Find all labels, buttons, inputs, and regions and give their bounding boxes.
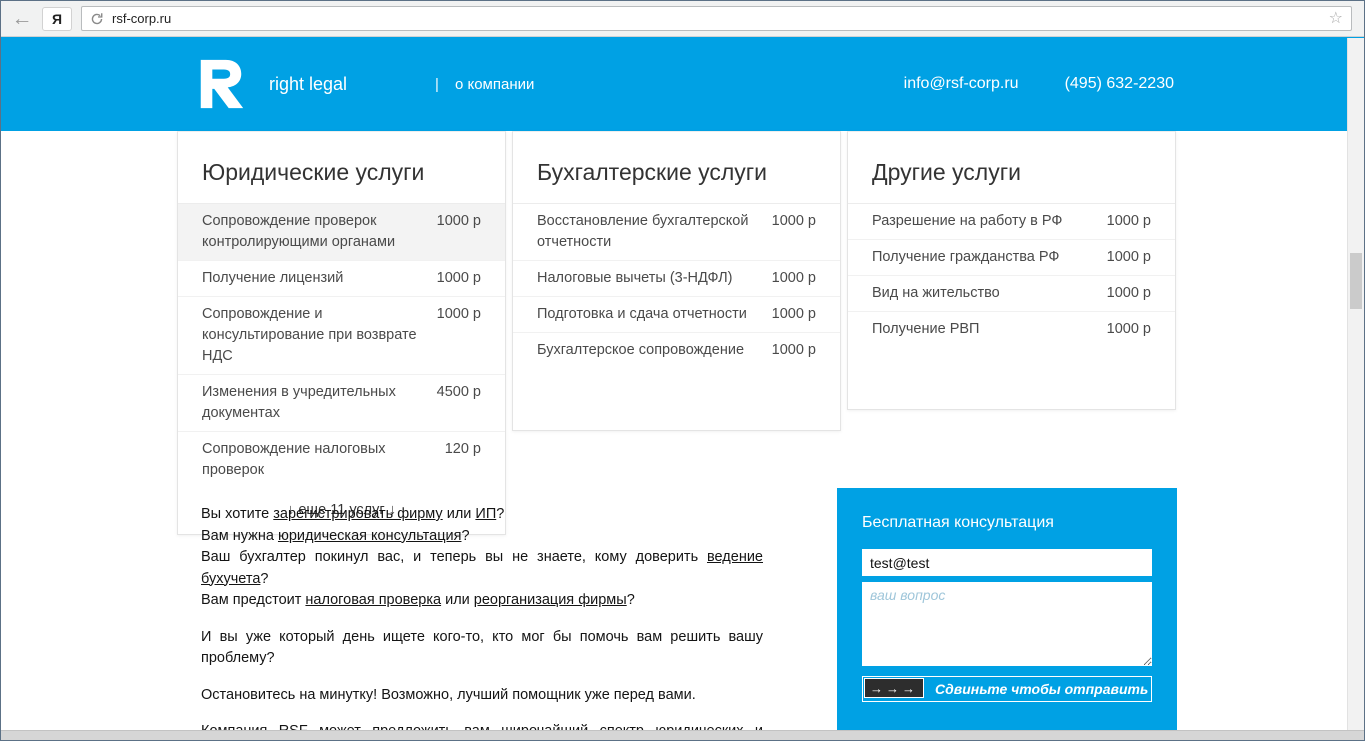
card-title: Другие услуги (872, 159, 1021, 185)
service-name: Подготовка и сдача отчетности (537, 306, 747, 322)
send-slider[interactable]: →→→ Сдвиньте чтобы отправить (862, 676, 1152, 702)
service-name: Налоговые вычеты (3-НДФЛ) (537, 270, 733, 286)
tax-audit-link[interactable]: налоговая проверка (305, 592, 441, 608)
service-name: Разрешение на работу в РФ (872, 213, 1063, 229)
email-field[interactable] (862, 549, 1152, 576)
nav-about-company[interactable]: о компании (455, 76, 534, 93)
intro-paragraph-5: И вы уже который день ищете кого-то, кто… (201, 628, 763, 667)
header-phone[interactable]: (495) 632-2230 (1065, 75, 1174, 93)
window-status-strip (1, 730, 1364, 740)
bookmark-star-icon[interactable]: ☆ (1329, 10, 1343, 27)
service-row[interactable]: Восстановление бухгалтерской отчетности … (513, 204, 840, 261)
service-name: Получение РВП (872, 321, 980, 337)
service-name: Получение гражданства РФ (872, 249, 1060, 265)
reload-icon[interactable] (90, 12, 104, 26)
service-cards: Юридические услуги Сопровождение проверо… (177, 131, 1176, 535)
yandex-browser-icon[interactable]: Я (42, 6, 72, 31)
intro-paragraph-6: Остановитесь на минутку! Возможно, лучши… (201, 686, 696, 703)
scrollbar-thumb[interactable] (1350, 253, 1362, 309)
service-price: 1000 р (771, 213, 816, 229)
service-price: 1000 р (436, 270, 481, 286)
back-icon[interactable]: ← (11, 8, 33, 29)
service-price: 1000 р (1106, 321, 1151, 337)
service-name: Сопровождение налоговых проверок (202, 441, 386, 478)
service-row[interactable]: Подготовка и сдача отчетности 1000 р (513, 297, 840, 333)
service-price: 1000 р (436, 306, 481, 322)
service-row[interactable]: Сопровождение налоговых проверок 120 р (178, 432, 505, 488)
service-price: 4500 р (436, 384, 481, 400)
service-name: Изменения в учредительных документах (202, 384, 396, 421)
card-accounting-services: Бухгалтерские услуги Восстановление бухг… (512, 131, 841, 431)
service-name: Сопровождение и консультирование при воз… (202, 306, 417, 364)
brand-name: right legal (269, 73, 348, 94)
service-price: 1000 р (771, 270, 816, 286)
service-row[interactable]: Получение РВП 1000 р (848, 312, 1175, 347)
card-title: Бухгалтерские услуги (537, 159, 768, 185)
service-name: Получение лицензий (202, 270, 344, 286)
service-row[interactable]: Бухгалтерское сопровождение 1000 р (513, 333, 840, 368)
consultation-title: Бесплатная консультация (862, 514, 1054, 531)
card-title: Юридические услуги (202, 159, 425, 185)
service-price: 1000 р (1106, 249, 1151, 265)
service-price: 1000 р (1106, 213, 1151, 229)
consultation-panel: Бесплатная консультация →→→ Сдвиньте что… (837, 488, 1177, 732)
service-price: 1000 р (771, 342, 816, 358)
question-field[interactable] (862, 582, 1152, 666)
service-row[interactable]: Налоговые вычеты (3-НДФЛ) 1000 р (513, 261, 840, 297)
intro-line-3: Ваш бухгалтер покинул вас, и теперь вы н… (201, 549, 763, 587)
site-header: right legal | о компании info@rsf-corp.r… (1, 37, 1364, 131)
service-row[interactable]: Вид на жительство 1000 р (848, 276, 1175, 312)
rsf-logo-icon[interactable] (193, 57, 249, 111)
service-row[interactable]: Разрешение на работу в РФ 1000 р (848, 204, 1175, 240)
url-text[interactable]: rsf-corp.ru (112, 11, 171, 26)
browser-toolbar: ← Я rsf-corp.ru ☆ (1, 1, 1364, 37)
service-price: 1000 р (771, 306, 816, 322)
service-price: 120 р (444, 441, 481, 457)
page-scrollbar[interactable] (1347, 38, 1364, 730)
ip-link[interactable]: ИП (475, 506, 496, 522)
browser-window: ← Я rsf-corp.ru ☆ right legal | о компан… (0, 0, 1365, 741)
legal-consultation-link[interactable]: юридическая консультация (278, 528, 462, 544)
service-name: Вид на жительство (872, 285, 1000, 301)
slider-label: Сдвиньте чтобы отправить (935, 681, 1149, 697)
service-row[interactable]: Изменения в учредительных документах 450… (178, 375, 505, 432)
intro-text: Вы хотите зарегистрировать фирму или ИП?… (201, 504, 763, 740)
service-row[interactable]: Получение гражданства РФ 1000 р (848, 240, 1175, 276)
intro-line-1: Вы хотите зарегистрировать фирму или ИП? (201, 506, 505, 522)
url-bar[interactable]: rsf-corp.ru ☆ (81, 6, 1352, 31)
service-row[interactable]: Сопровождение и консультирование при воз… (178, 297, 505, 375)
slider-handle[interactable]: →→→ (864, 678, 924, 698)
service-price: 1000 р (436, 213, 481, 229)
intro-line-4: Вам предстоит налоговая проверка или рео… (201, 592, 635, 608)
header-divider: | (435, 75, 439, 93)
service-name: Восстановление бухгалтерской отчетности (537, 213, 749, 250)
card-other-services: Другие услуги Разрешение на работу в РФ … (847, 131, 1176, 410)
card-legal-services: Юридические услуги Сопровождение проверо… (177, 131, 506, 535)
register-company-link[interactable]: зарегистрировать фирму (273, 506, 442, 522)
intro-line-2: Вам нужна юридическая консультация? (201, 527, 470, 544)
reorganization-link[interactable]: реорганизация фирмы (474, 592, 627, 608)
service-name: Сопровождение проверок контролирующими о… (202, 213, 396, 250)
service-name: Бухгалтерское сопровождение (537, 342, 745, 358)
service-row[interactable]: Получение лицензий 1000 р (178, 261, 505, 297)
header-email[interactable]: info@rsf-corp.ru (904, 75, 1019, 93)
service-price: 1000 р (1106, 285, 1151, 301)
service-row[interactable]: Сопровождение проверок контролирующими о… (178, 204, 505, 261)
